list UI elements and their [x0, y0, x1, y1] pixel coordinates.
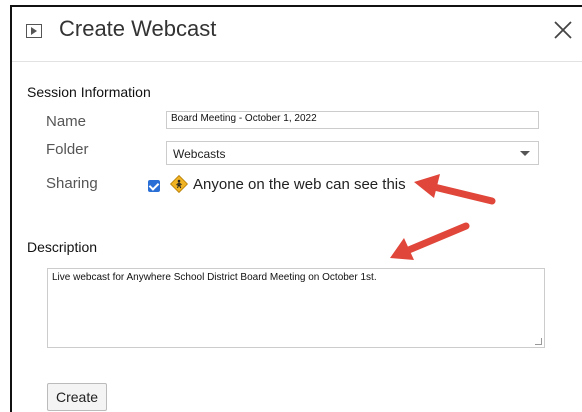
arrow-icon [390, 222, 470, 260]
arrow-icon [414, 174, 496, 205]
annotation-arrows [390, 174, 496, 260]
